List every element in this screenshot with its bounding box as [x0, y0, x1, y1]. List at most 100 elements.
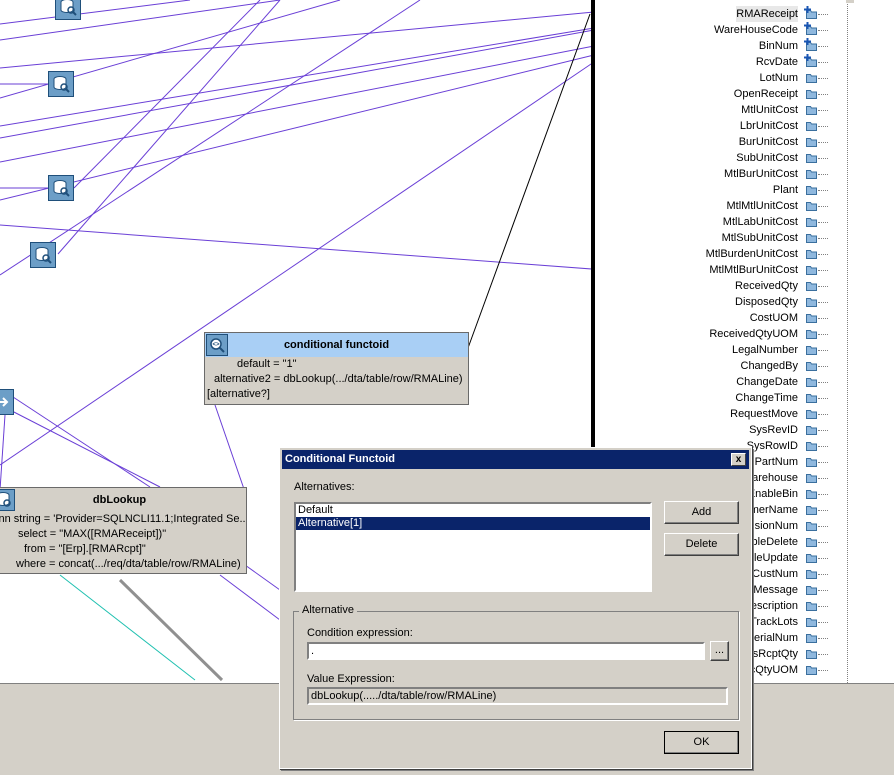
dblookup-functoid-box[interactable]: dbLookup cnn string = 'Provider=SQLNCLI1…	[0, 487, 247, 574]
tree-node[interactable]: arehouse	[752, 470, 798, 486]
tree-node[interactable]: cQtyUOM	[750, 662, 798, 678]
conditional-functoid-box[interactable]: <> conditional functoid default = "1" al…	[204, 332, 469, 405]
tree-node[interactable]: BurUnitCost	[739, 134, 798, 150]
tree-node[interactable]: RcvDate	[756, 54, 798, 70]
tree-connector	[818, 350, 828, 352]
tree-node[interactable]: bleDelete	[752, 534, 798, 550]
conditional-functoid-param: [alternative?]	[207, 388, 270, 400]
tree-node[interactable]: BinNum	[759, 38, 798, 54]
svg-text:<>: <>	[212, 342, 220, 348]
tree-node[interactable]: RequestMove	[730, 406, 798, 422]
tree-node[interactable]: TrackLots	[750, 614, 798, 630]
tree-connector	[818, 510, 828, 512]
delete-button[interactable]: Delete	[664, 533, 739, 556]
database-lookup-icon[interactable]	[48, 71, 74, 97]
tree-connector	[818, 670, 828, 672]
tree-connector	[818, 398, 828, 400]
value-expression-field: dbLookup(...../dta/table/row/RMALine)	[307, 687, 728, 705]
tree-node[interactable]: Plant	[773, 182, 798, 198]
schema-node-icon	[804, 22, 817, 35]
tree-node[interactable]: leUpdate	[754, 550, 798, 566]
tree-connector	[818, 206, 828, 208]
tree-node[interactable]: ChangeTime	[735, 390, 798, 406]
tree-node[interactable]: LegalNumber	[732, 342, 798, 358]
schema-node-icon	[806, 585, 817, 595]
schema-node-icon	[806, 377, 817, 387]
schema-node-icon	[806, 473, 817, 483]
tree-node[interactable]: rMessage	[750, 582, 798, 598]
tree-node[interactable]: RMAReceipt	[736, 6, 798, 22]
condition-expression-input[interactable]: .	[307, 642, 705, 660]
alternative-group-label: Alternative	[299, 604, 357, 616]
alternatives-list[interactable]: Default Alternative[1]	[294, 502, 652, 592]
tree-node[interactable]: MtlBurUnitCost	[724, 166, 798, 182]
tree-node[interactable]: SubUnitCost	[736, 150, 798, 166]
schema-node-icon	[806, 617, 817, 627]
tree-node[interactable]: WareHouseCode	[714, 22, 798, 38]
tree-node[interactable]: MtlSubUnitCost	[722, 230, 798, 246]
tree-node[interactable]: MtlLabUnitCost	[723, 214, 798, 230]
tree-node[interactable]: MtlMtlBurUnitCost	[709, 262, 798, 278]
tree-node[interactable]: OpenReceipt	[734, 86, 798, 102]
tree-node[interactable]: visionNum	[747, 518, 798, 534]
tree-node[interactable]: CostUOM	[750, 310, 798, 326]
tree-connector	[818, 638, 828, 640]
schema-node-icon	[806, 281, 817, 291]
tree-connector	[818, 142, 828, 144]
tree-node[interactable]: ChangeDate	[736, 374, 798, 390]
schema-node-icon	[806, 233, 817, 243]
conditional-functoid-param: default = "1"	[237, 358, 297, 370]
tree-node[interactable]: LbrUnitCost	[740, 118, 798, 134]
tree-connector	[818, 238, 828, 240]
schema-node-icon	[804, 38, 817, 51]
list-item[interactable]: Alternative[1]	[296, 517, 650, 530]
tree-connector	[818, 30, 828, 32]
schema-node-icon	[806, 121, 817, 131]
schema-node-icon	[806, 105, 817, 115]
dblookup-functoid-param: where = concat(.../req/dta/table/row/RMA…	[16, 558, 241, 570]
schema-node-icon	[806, 505, 817, 515]
value-expression-label: Value Expression:	[307, 673, 395, 685]
tree-node[interactable]: PartNum	[755, 454, 798, 470]
tree-node[interactable]: merName	[750, 502, 798, 518]
tree-node[interactable]: ReceivedQtyUOM	[709, 326, 798, 342]
schema-node-icon	[806, 537, 817, 547]
tree-node[interactable]: SerialNum	[747, 630, 798, 646]
tree-connector	[818, 270, 828, 272]
tree-connector	[818, 366, 828, 368]
schema-node-icon	[806, 73, 817, 83]
tree-node[interactable]: SysRowID	[747, 438, 798, 454]
database-lookup-icon[interactable]	[48, 175, 74, 201]
database-lookup-icon[interactable]	[30, 242, 56, 268]
tree-connector	[818, 254, 828, 256]
list-item[interactable]: Default	[296, 504, 650, 517]
conditional-functoid-param: alternative2 = dbLookup(.../dta/table/ro…	[214, 373, 463, 385]
tree-node[interactable]: CustNum	[752, 566, 798, 582]
add-button[interactable]: Add	[664, 501, 739, 524]
tree-node[interactable]: ReceivedQty	[735, 278, 798, 294]
tree-node[interactable]: DisposedQty	[735, 294, 798, 310]
database-lookup-icon[interactable]	[55, 0, 81, 20]
tree-node[interactable]: MtlMtlUnitCost	[726, 198, 798, 214]
schema-node-icon	[806, 153, 817, 163]
close-button[interactable]: x	[731, 453, 746, 466]
tree-node[interactable]: LotNum	[759, 70, 798, 86]
tree-node[interactable]: EnableBin	[748, 486, 798, 502]
tree-node[interactable]: ChangedBy	[741, 358, 799, 374]
tree-connector	[818, 446, 828, 448]
schema-node-icon	[806, 313, 817, 323]
schema-node-icon	[806, 649, 817, 659]
tree-node[interactable]: MtlBurdenUnitCost	[706, 246, 798, 262]
tree-node[interactable]: MtlUnitCost	[741, 102, 798, 118]
tree-node[interactable]: sRcptQty	[753, 646, 798, 662]
browse-button[interactable]: ...	[710, 641, 729, 661]
link-icon[interactable]	[0, 389, 14, 415]
tree-connector	[818, 622, 828, 624]
tree-node[interactable]: escription	[751, 598, 798, 614]
tree-node[interactable]: SysRevID	[749, 422, 798, 438]
tree-connector	[818, 334, 828, 336]
ok-button[interactable]: OK	[664, 731, 739, 754]
conditional-icon: <>	[206, 334, 228, 356]
tree-connector	[818, 222, 828, 224]
dialog-title-bar: Conditional Functoid x	[282, 450, 749, 469]
